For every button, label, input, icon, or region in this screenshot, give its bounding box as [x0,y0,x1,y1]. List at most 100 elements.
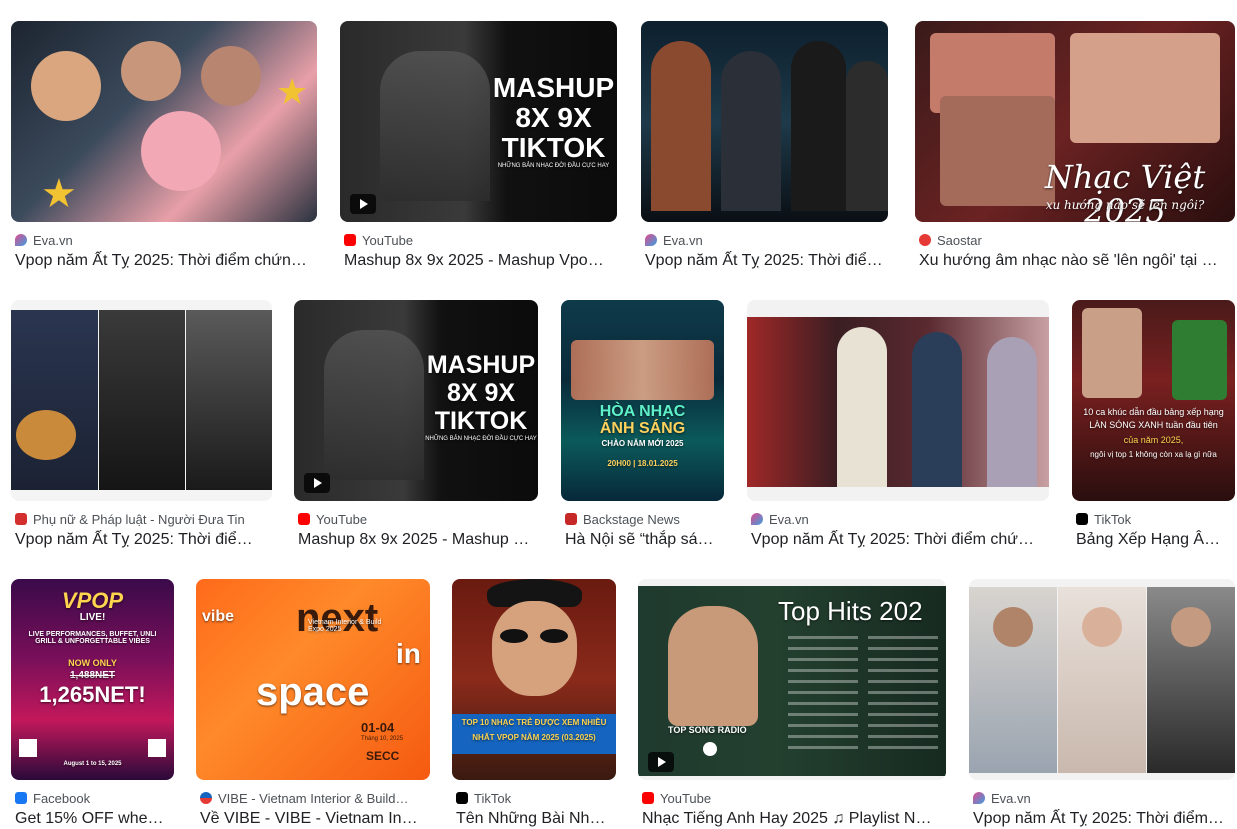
pnpl-icon [15,513,27,525]
person-shape [912,332,962,487]
qr-code-icon [148,739,166,757]
tiktok-icon [1076,513,1088,525]
face-shape [492,601,577,696]
result-source[interactable]: TikTok [456,790,511,806]
play-icon [304,473,330,493]
result-thumbnail[interactable] [747,300,1049,501]
person-shape [987,337,1037,487]
thumb-text: 1,265NET! [39,682,146,707]
result-thumbnail[interactable]: MASHUP 8X 9X TIKTOK NHỮNG BẢN NHẠC ĐỜI Đ… [294,300,538,501]
result-title[interactable]: Nhạc Tiếng Anh Hay 2025 ♫ Playlist N… [642,809,942,829]
result-title[interactable]: Vpop năm Ất Tỵ 2025: Thời điểm chứ… [751,530,1047,550]
source-name: Saostar [937,232,982,248]
result-title[interactable]: Hà Nội sẽ “thắp sá… [565,530,724,550]
photo-shape [1082,308,1142,398]
result-source[interactable]: Phụ nữ & Pháp luật - Người Đưa Tin [15,511,245,527]
person-shape [121,41,181,101]
result-thumbnail[interactable]: TOP 10 NHẠC TRẺ ĐƯỢC XEM NHIỀU NHẤT VPOP… [452,579,616,780]
photo-shape [1070,33,1220,143]
face-shape [1171,607,1211,647]
result-source[interactable]: VIBE - Vietnam Interior & Build… [200,790,409,806]
person-shape [141,111,221,191]
result-thumbnail[interactable] [11,300,272,501]
result-source[interactable]: Eva.vn [973,790,1031,806]
guitar-shape [16,410,76,460]
result-thumbnail[interactable]: Top Hits 202 TOP SONG RADIO [638,579,946,780]
result-title[interactable]: Bảng Xếp Hạng Â… [1076,530,1235,550]
source-name: Eva.vn [33,232,73,248]
result-title[interactable]: Tên Những Bài Nh… [456,809,616,829]
thumb-text: 10 ca khúc dẫn đầu bảng xếp hạng [1083,407,1224,417]
result-thumbnail[interactable]: HÒA NHẠC ÁNH SÁNG CHÀO NĂM MỚI 2025 20H0… [561,300,724,501]
source-name: YouTube [660,790,712,806]
person-shape [721,51,781,211]
source-name: TikTok [474,790,512,806]
person-shape [201,46,261,106]
source-name: Phụ nữ & Pháp luật - Người Đưa Tin [33,511,245,527]
result-title[interactable]: Get 15% OFF whe… [15,809,174,829]
thumb-text: ÁNH SÁNG [599,420,686,437]
result-thumbnail[interactable]: MASHUP 8X 9X TIKTOK NHỮNG BẢN NHẠC ĐỜI Đ… [340,21,617,222]
play-icon [703,742,717,756]
result-source[interactable]: YouTube [344,232,413,248]
thumb-text: 20H00 | 18.01.2025 [607,459,678,468]
result-title[interactable]: Vpop năm Ất Tỵ 2025: Thời điể… [645,251,888,271]
vibe-icon [200,792,212,804]
thumb-text: ngôi vị top 1 không còn xa lạ gì nữa [1090,450,1217,459]
eva-icon [645,234,657,246]
result-source[interactable]: Saostar [919,232,982,248]
result-source[interactable]: Eva.vn [15,232,73,248]
result-title[interactable]: Về VIBE - VIBE - Vietnam In… [200,809,430,829]
thumb-text: Top Hits 202 [778,596,923,626]
thumb-text: CHÀO NĂM MỚI 2025 [601,439,684,448]
source-name: YouTube [362,232,414,248]
thumb-text: MASHUP [492,72,615,103]
thumb-text: NOW ONLY [68,658,117,668]
sunglasses-icon [500,629,528,643]
thumb-text: TOP SONG RADIO [668,725,747,735]
person-shape [651,41,711,211]
result-source[interactable]: YouTube [298,511,367,527]
tiktok-icon [456,792,468,804]
person-shape [791,41,846,211]
result-source[interactable]: Eva.vn [751,511,809,527]
thumb-text: xu hướng nào sẽ lên ngôi? [1045,198,1205,212]
couple-shape [324,330,424,480]
result-title[interactable]: Vpop năm Ất Tỵ 2025: Thời điểm chứng… [15,251,315,271]
eva-icon [973,792,985,804]
result-title[interactable]: Mashup 8x 9x 2025 - Mashup … [298,530,538,550]
thumb-text: 8X 9X [446,379,516,407]
result-title[interactable]: Vpop năm Ất Tỵ 2025: Thời điểm… [973,809,1233,829]
result-thumbnail[interactable]: 10 ca khúc dẫn đầu bảng xếp hạng LÀN SÓN… [1072,300,1235,501]
thumb-text: in [396,638,421,669]
person-shape [846,61,888,211]
star-icon: ★ [276,71,309,112]
result-source[interactable]: Eva.vn [645,232,703,248]
source-name: YouTube [316,511,368,527]
result-source[interactable]: Facebook [15,790,90,806]
result-thumbnail[interactable]: ★ ★ [11,21,317,222]
stage-shape [747,317,1049,487]
result-title[interactable]: Mashup 8x 9x 2025 - Mashup Vpop… [344,251,612,271]
result-thumbnail[interactable]: VPOP LIVE! LIVE PERFORMANCES, BUFFET, UN… [11,579,174,780]
youtube-icon [298,513,310,525]
source-name: TikTok [1094,511,1132,527]
result-title[interactable]: Xu hướng âm nhạc nào sẽ 'lên ngôi' tại … [919,251,1231,271]
person-shape [99,310,185,490]
artists-shape [571,340,714,400]
result-thumbnail[interactable]: vibe next in space Vietnam Interior & Bu… [196,579,430,780]
result-source[interactable]: TikTok [1076,511,1131,527]
result-source[interactable]: YouTube [642,790,711,806]
result-thumbnail[interactable] [641,21,888,222]
thumb-text: NHỮNG BẢN NHẠC ĐỜI ĐẦU CỰC HAY [425,436,537,442]
facebook-icon [15,792,27,804]
person-shape [11,310,98,490]
thumb-text: của năm 2025, [1123,435,1184,445]
result-title[interactable]: Vpop năm Ất Tỵ 2025: Thời điể… [15,530,272,550]
tree-shape [1172,320,1227,400]
result-thumbnail[interactable] [969,579,1235,780]
result-source[interactable]: Backstage News [565,511,680,527]
result-thumbnail[interactable]: Nhạc Việt 2025 xu hướng nào sẽ lên ngôi? [915,21,1235,222]
source-name: Eva.vn [663,232,703,248]
couple-shape [380,51,490,201]
